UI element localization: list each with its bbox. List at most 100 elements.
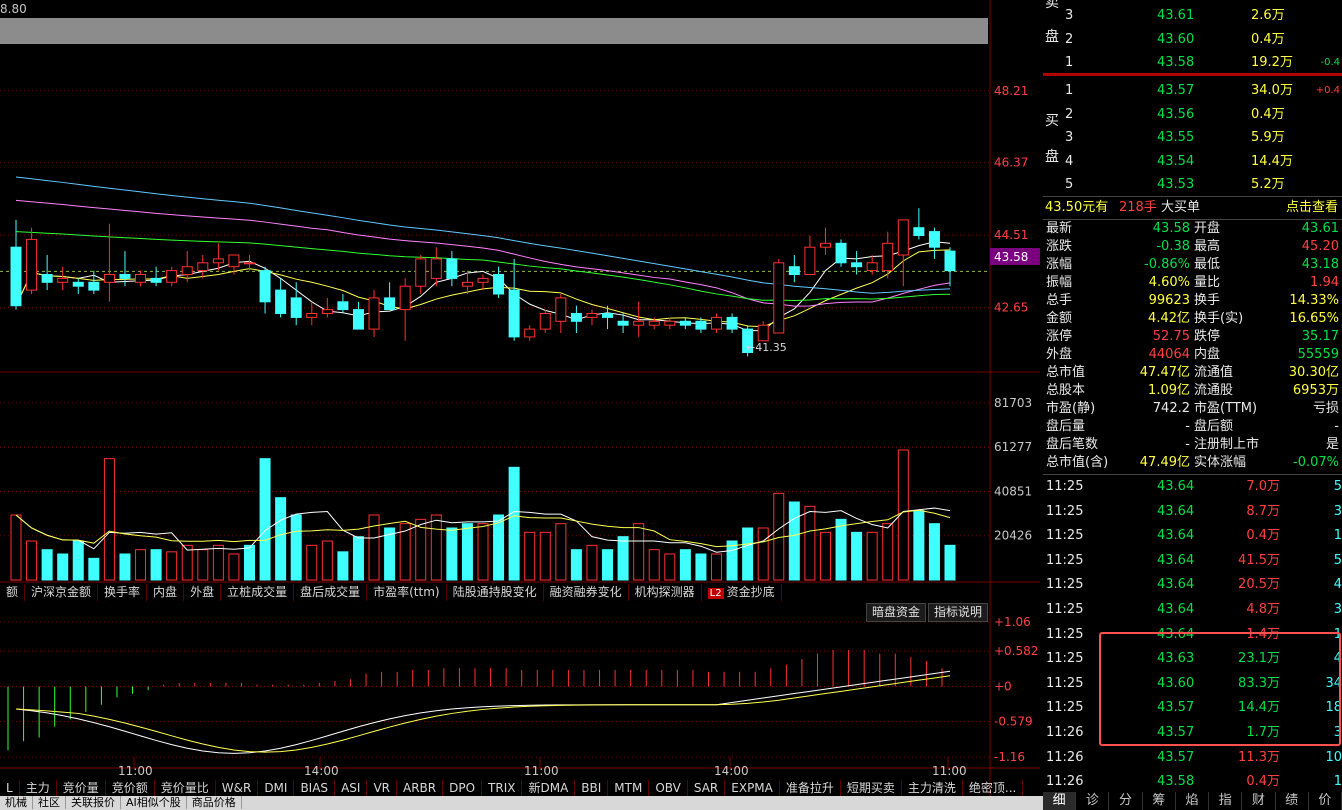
side-tab[interactable]: 财 xyxy=(1242,792,1276,810)
candle-body xyxy=(866,262,878,272)
side-tab[interactable]: 细 xyxy=(1043,792,1077,810)
trade-volume: 20.5万 xyxy=(1238,577,1280,593)
stat-row: 盘后笔数 - 注册制上市 是 xyxy=(1043,436,1342,454)
tab-item[interactable]: DPO xyxy=(443,780,483,797)
tab-item[interactable]: TRIX xyxy=(482,780,523,797)
side-tab[interactable]: 焰 xyxy=(1176,792,1210,810)
tab-item[interactable]: MTM xyxy=(608,780,650,797)
tab-item[interactable]: 绝密顶... xyxy=(963,780,1024,797)
tab-item[interactable]: 短期买卖 xyxy=(841,780,902,797)
trade-price: 43.58 xyxy=(1157,774,1195,790)
indicator-explain-button[interactable]: 指标说明 xyxy=(928,603,989,622)
tab-item[interactable]: 竞价量 xyxy=(57,780,106,797)
tab-item[interactable]: 陆股通持股变化 xyxy=(447,584,544,601)
tab-item[interactable]: OBV xyxy=(649,780,688,797)
stat-label: 换手(实) xyxy=(1194,311,1244,326)
tab-item[interactable]: EXPMA xyxy=(725,780,780,797)
footer-tab[interactable]: 商品价格 xyxy=(186,796,242,809)
kline-chart[interactable]: 8.80 48.21 46.37 44.51 42.65 81703 61277 40851… xyxy=(0,0,1040,796)
side-tab[interactable]: 指 xyxy=(1209,792,1243,810)
tab-item[interactable]: 竞价量比 xyxy=(155,780,216,797)
tab-item[interactable]: 内盘 xyxy=(147,584,185,601)
stat-value: 52.75 xyxy=(1152,329,1190,344)
footer-tab[interactable]: 社区 xyxy=(33,796,66,809)
candle-body xyxy=(41,274,53,283)
tab-item[interactable]: 换手率 xyxy=(98,584,148,601)
volume-bar xyxy=(415,518,427,581)
time-axis-label: 11:00 xyxy=(932,764,967,778)
candle-body xyxy=(617,320,629,326)
order-price: 43.55 xyxy=(1157,130,1195,145)
order-price: 43.60 xyxy=(1157,31,1195,47)
candle-body xyxy=(415,258,427,287)
trade-count: 1 xyxy=(1333,528,1342,544)
candle-body xyxy=(88,281,100,291)
candle-body xyxy=(586,313,598,318)
trade-volume: 41.5万 xyxy=(1238,552,1280,568)
tab-item[interactable]: SAR xyxy=(688,780,726,797)
trade-price: 43.64 xyxy=(1157,602,1195,617)
tab-capital-bottom[interactable]: L2 资金抄底 xyxy=(702,584,782,601)
trade-volume: 0.4万 xyxy=(1246,774,1280,790)
stat-value: -0.07% xyxy=(1293,455,1339,470)
tab-item[interactable]: W&R xyxy=(216,780,259,797)
stat-row: 总手 99623 换手 14.33% xyxy=(1043,292,1342,310)
order-row: 1 43.57 34.0万 +0.4 xyxy=(1043,79,1342,103)
big-order-price: 43.50元有 xyxy=(1045,200,1109,215)
tab-item[interactable]: BIAS xyxy=(294,780,336,797)
stat-label: 最新 xyxy=(1046,221,1073,236)
candle-body xyxy=(913,227,925,236)
candle-body xyxy=(664,320,676,326)
tab-item[interactable]: 机构探测器 xyxy=(629,584,702,601)
volume-axis-label: 20426 xyxy=(994,529,1032,543)
dark-pool-button[interactable]: 暗盘资金 xyxy=(866,603,927,622)
time-axis-label: 11:00 xyxy=(524,764,559,778)
stat-label: 涨跌 xyxy=(1046,239,1073,254)
tab-item[interactable]: 主力清洗 xyxy=(902,780,963,797)
side-tab[interactable]: 价 xyxy=(1309,792,1342,810)
footer-tab[interactable]: 关联报价 xyxy=(66,796,121,809)
big-order-link[interactable]: 点击查看 xyxy=(1286,197,1338,219)
stat-row: 外盘 44064 内盘 55559 xyxy=(1043,346,1342,364)
tab-item[interactable]: DMI xyxy=(258,780,295,797)
side-tab[interactable]: 筹 xyxy=(1143,792,1176,810)
candle-body xyxy=(259,270,271,303)
stat-value: - xyxy=(1185,419,1190,434)
tab-item[interactable]: 新DMA xyxy=(522,780,576,797)
stat-value: 35.17 xyxy=(1301,329,1339,344)
tab-item[interactable]: 沪深京金额 xyxy=(25,584,99,601)
tab-item[interactable]: 立桩成交量 xyxy=(221,584,295,601)
tab-item[interactable]: 融资融券变化 xyxy=(544,584,629,601)
stat-value: 742.2 xyxy=(1152,401,1190,416)
volume-bar xyxy=(166,551,178,581)
side-tab[interactable]: 绩 xyxy=(1276,792,1309,810)
tab-item[interactable]: 竞价额 xyxy=(106,780,155,797)
low-marker: ←41.35 xyxy=(746,341,787,354)
candle-body xyxy=(10,246,22,307)
side-tab[interactable]: 分 xyxy=(1109,792,1143,810)
candle-body xyxy=(555,297,567,322)
volume-bar xyxy=(819,531,831,581)
tab-item[interactable]: ARBR xyxy=(397,780,444,797)
tab-item[interactable]: 额 xyxy=(0,584,26,601)
tab-item[interactable]: 盘后成交量 xyxy=(294,584,368,601)
stat-label: 开盘 xyxy=(1194,221,1221,236)
order-row: 5 43.53 5.2万 xyxy=(1043,173,1342,197)
tab-item[interactable]: L xyxy=(0,780,20,797)
tab-item[interactable]: 准备拉升 xyxy=(780,780,841,797)
tab-item[interactable]: 主力 xyxy=(20,780,57,797)
tab-item[interactable]: 市盈率(ttm) xyxy=(367,584,447,601)
footer-tabbar: 机械 社区 关联报价 AI相似个股 商品价格 xyxy=(0,796,1043,810)
tab-item[interactable]: VR xyxy=(367,780,397,797)
footer-tab[interactable]: 机械 xyxy=(0,796,33,809)
stat-value: 4.42亿 xyxy=(1148,311,1190,326)
footer-tab[interactable]: AI相似个股 xyxy=(121,796,187,809)
tab-item[interactable]: BBI xyxy=(575,780,609,797)
tab-item[interactable]: 外盘 xyxy=(184,584,222,601)
order-price: 43.57 xyxy=(1157,83,1195,98)
order-volume: 14.4万 xyxy=(1251,153,1293,169)
time-axis-label: 14:00 xyxy=(304,764,339,778)
tab-item[interactable]: ASI xyxy=(335,780,368,797)
side-tab[interactable]: 诊 xyxy=(1076,792,1110,810)
volume-bar xyxy=(508,466,520,581)
